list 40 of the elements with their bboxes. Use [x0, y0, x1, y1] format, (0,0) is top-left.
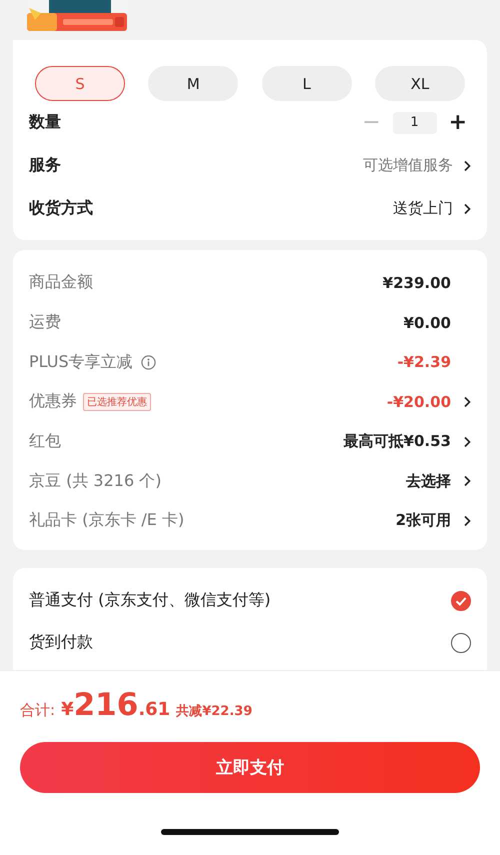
- row-label: 服务: [29, 155, 61, 176]
- saving-text: 共减¥22.39: [176, 702, 252, 720]
- row-label: PLUS专享立减: [29, 352, 133, 373]
- row-value[interactable]: 送货上门: [393, 199, 453, 218]
- payment-option[interactable]: 货到付款: [29, 632, 93, 654]
- row-label: 数量: [29, 112, 61, 133]
- size-option[interactable]: M: [148, 66, 238, 101]
- row-label: 商品金额: [29, 272, 93, 294]
- radio-button[interactable]: [451, 632, 471, 653]
- row-value: -¥2.39: [397, 353, 451, 372]
- payment-option[interactable]: 普通支付 (京东支付、微信支付等): [29, 590, 271, 612]
- row-value[interactable]: 最高可抵¥0.53: [344, 432, 451, 452]
- chevron-icon: [463, 475, 471, 488]
- pay-button[interactable]: 立即支付: [20, 742, 480, 793]
- row-value: ¥239.00: [382, 274, 451, 292]
- row-value[interactable]: 去选择: [406, 472, 451, 491]
- chevron-icon: [463, 396, 471, 408]
- row-value: ¥0.00: [404, 314, 451, 332]
- size-option[interactable]: L: [262, 66, 352, 101]
- info-icon[interactable]: [140, 354, 156, 370]
- row-value[interactable]: -¥20.00: [386, 392, 451, 411]
- row-label: 礼品卡 (京东卡 /E 卡): [29, 510, 184, 532]
- radio-button[interactable]: [451, 590, 471, 611]
- quantity-field[interactable]: 1: [392, 112, 437, 134]
- row-value[interactable]: 可选增值服务: [363, 156, 453, 175]
- size-option[interactable]: XL: [374, 66, 465, 101]
- plus-button[interactable]: +: [444, 110, 471, 135]
- chevron-icon: [463, 160, 471, 172]
- row-label: 收货方式: [29, 198, 93, 219]
- chevron-icon: [463, 202, 471, 214]
- row-label: 红包: [29, 431, 61, 452]
- coupon-tag: 已选推荐优惠: [83, 392, 151, 411]
- total-amount: ¥216.61: [61, 686, 170, 723]
- chevron-icon: [463, 514, 471, 527]
- row-label: 京豆 (共 3216 个): [29, 470, 162, 492]
- chevron-icon: [463, 436, 471, 448]
- row-label: 运费: [29, 312, 61, 334]
- total-label: 合计:: [20, 700, 56, 720]
- row-label: 优惠券: [29, 391, 77, 412]
- row-value[interactable]: 2张可用: [396, 511, 451, 530]
